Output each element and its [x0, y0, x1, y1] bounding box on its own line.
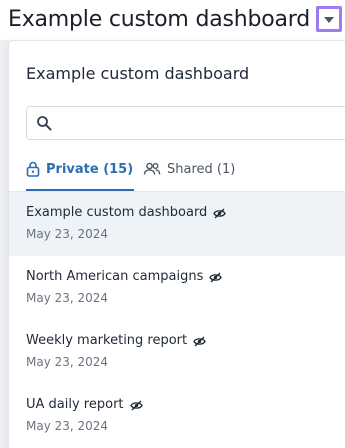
tab-shared-label: Shared (1) — [167, 161, 236, 177]
dashboard-title: Example custom dashboard — [8, 7, 311, 32]
panel-title: Example custom dashboard — [26, 64, 250, 83]
search-box[interactable] — [26, 106, 345, 140]
tab-shared[interactable]: Shared (1) — [143, 149, 235, 189]
item-name: UA daily report — [26, 397, 124, 412]
item-date: May 23, 2024 — [26, 291, 109, 305]
dashboard-list: Example custom dashboard May 23, 2024 No… — [9, 192, 345, 448]
list-item[interactable]: Example custom dashboard May 23, 2024 — [9, 192, 345, 256]
item-date: May 23, 2024 — [26, 355, 109, 369]
eye-off-icon — [213, 208, 227, 219]
list-item[interactable]: UA daily report May 23, 2024 — [9, 384, 345, 448]
dashboard-page: Example custom dashboard Example custom … — [0, 0, 345, 448]
eye-off-icon — [209, 272, 223, 283]
item-date: May 23, 2024 — [26, 227, 109, 241]
tab-private-label: Private (15) — [46, 161, 134, 177]
tab-private[interactable]: Private (15) — [26, 149, 135, 191]
item-name: North American campaigns — [26, 269, 204, 284]
item-name: Weekly marketing report — [26, 333, 188, 348]
eye-off-icon — [193, 336, 206, 347]
left-gutter — [0, 40, 8, 448]
item-name: Example custom dashboard — [26, 205, 208, 220]
eye-off-icon — [129, 400, 143, 411]
dashboard-dropdown-toggle[interactable] — [316, 6, 342, 32]
dashboard-picker-panel: Example custom dashboard Private (15) Sh… — [8, 40, 345, 448]
top-bar: Example custom dashboard — [0, 0, 345, 40]
users-icon — [143, 162, 161, 176]
list-item[interactable]: North American campaigns May 23, 2024 — [9, 256, 345, 320]
lock-icon — [26, 161, 40, 177]
search-input[interactable] — [59, 111, 343, 137]
caret-down-icon — [324, 17, 334, 23]
search-icon — [37, 116, 52, 131]
list-item[interactable]: Weekly marketing report May 23, 2024 — [9, 320, 345, 384]
item-date: May 23, 2024 — [26, 419, 109, 433]
tabs: Private (15) Shared (1) — [9, 149, 345, 192]
